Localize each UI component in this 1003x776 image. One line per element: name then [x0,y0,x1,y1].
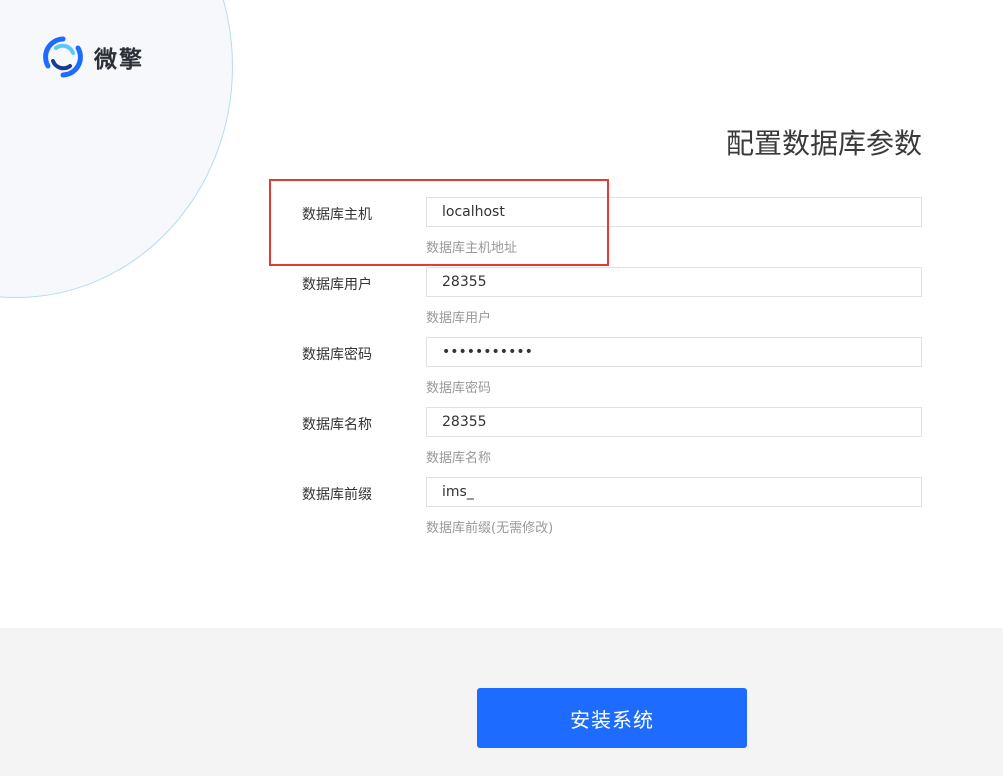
db-name-hint: 数据库名称 [426,451,492,466]
db-host-input[interactable] [426,197,922,227]
db-user-field: 数据库用户 数据库用户 [302,267,922,337]
db-password-label: 数据库密码 [302,347,372,363]
db-host-hint: 数据库主机地址 [426,241,518,256]
db-prefix-field: 数据库前缀 数据库前缀(无需修改) [302,477,922,547]
page-title: 配置数据库参数 [725,127,922,160]
db-user-input[interactable] [426,267,922,297]
db-prefix-input[interactable] [426,477,922,507]
db-host-label: 数据库主机 [302,207,372,223]
install-page: 微擎 配置数据库参数 数据库主机 数据库主机地址 数据库用户 数据库用户 数据库… [0,0,1003,776]
db-name-field: 数据库名称 数据库名称 [302,407,922,477]
footer: 安装系统 [0,628,1003,776]
install-button[interactable]: 安装系统 [477,688,747,748]
brand-name: 微擎 [94,47,144,73]
db-password-hint: 数据库密码 [426,381,492,396]
db-name-label: 数据库名称 [302,417,372,433]
db-user-label: 数据库用户 [302,277,372,293]
brand: 微擎 [42,36,144,78]
db-prefix-label: 数据库前缀 [302,487,372,503]
db-password-field: 数据库密码 数据库密码 [302,337,922,407]
db-host-field: 数据库主机 数据库主机地址 [302,197,922,267]
db-user-hint: 数据库用户 [426,311,492,326]
db-password-input[interactable] [426,337,922,367]
db-name-input[interactable] [426,407,922,437]
db-prefix-hint: 数据库前缀(无需修改) [426,521,554,536]
swirl-logo-icon [43,36,83,78]
